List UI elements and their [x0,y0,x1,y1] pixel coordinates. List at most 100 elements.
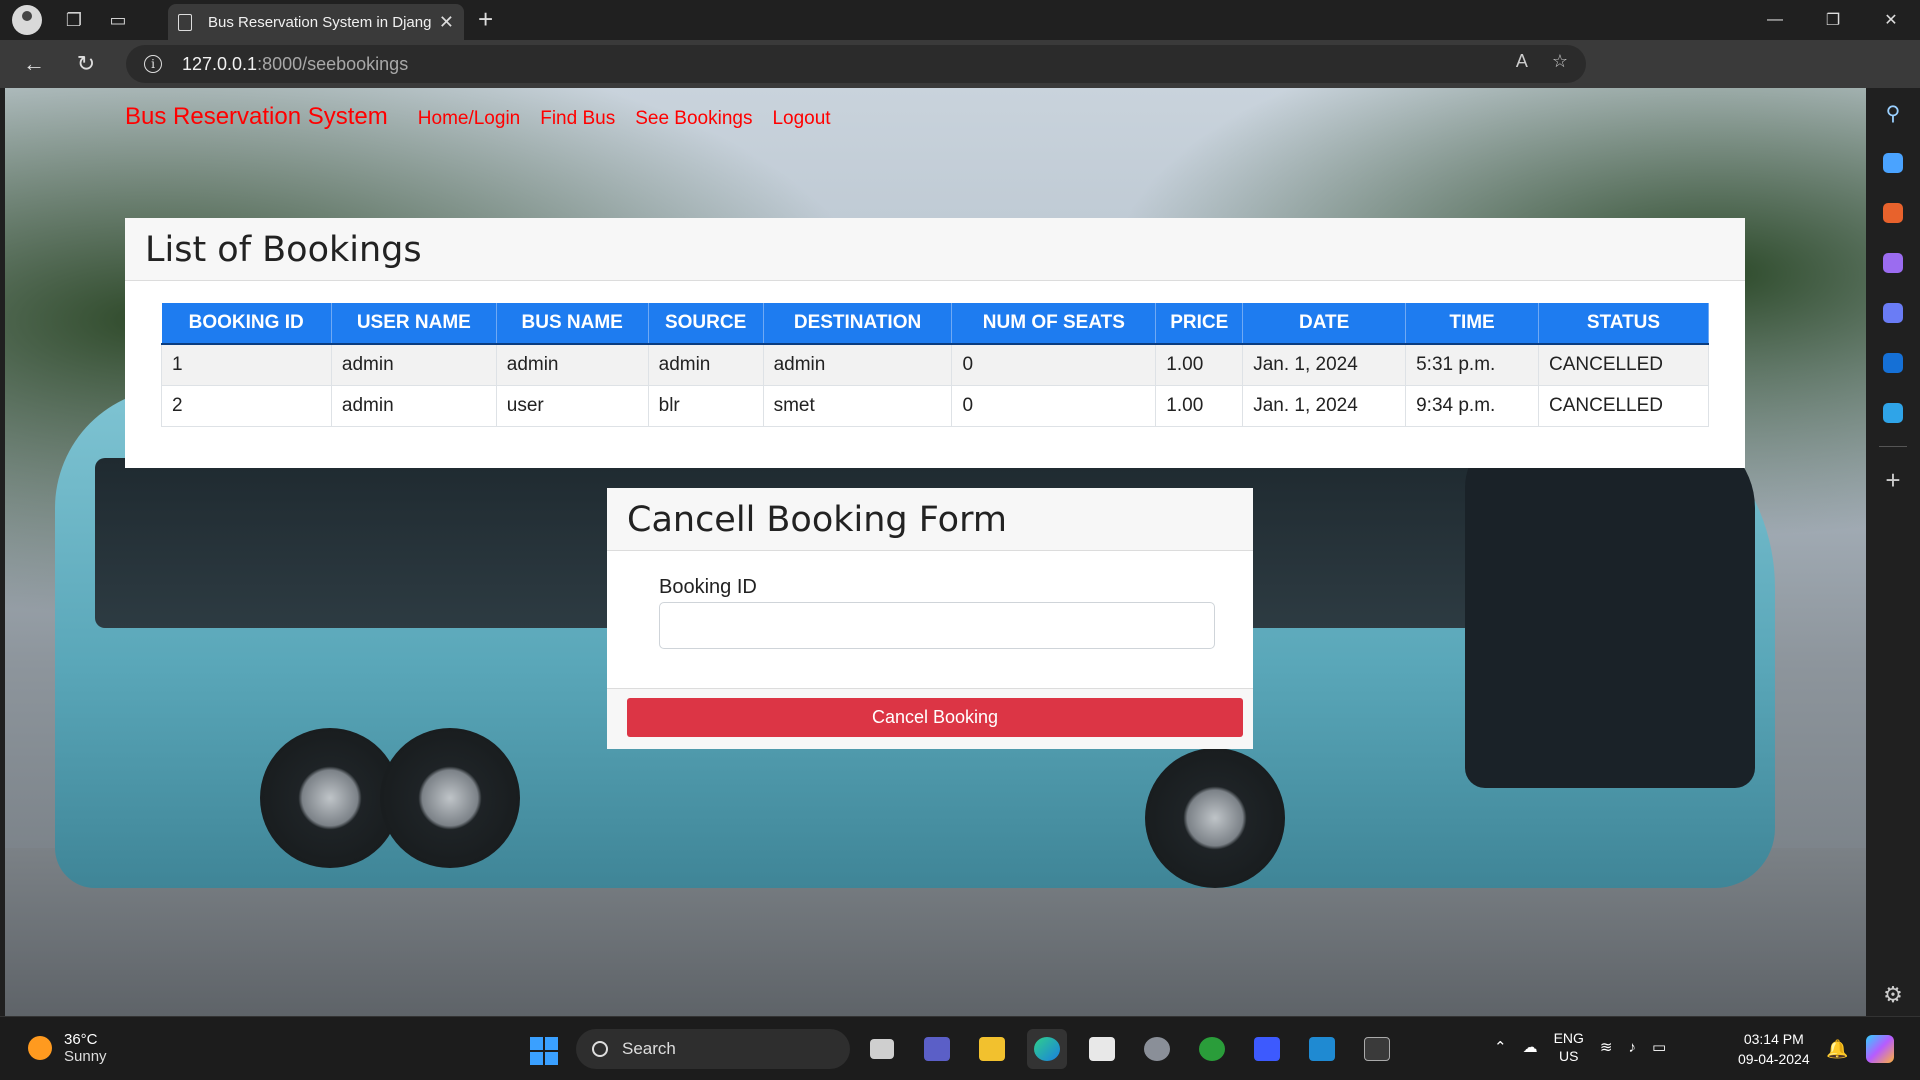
nav-link-find-bus[interactable]: Find Bus [540,108,615,130]
address-bar-row: ← ↻ i 127.0.0.1:8000/seebookings A ☆ ◫ ☆… [0,40,1920,116]
refresh-icon[interactable]: ↻ [60,44,112,84]
table-cell: 1.00 [1155,384,1244,427]
read-aloud-icon[interactable]: A [1516,51,1528,72]
clock-time: 03:14 PM [1743,1031,1804,1047]
table-cell: smet [762,384,953,427]
notification-bell-icon[interactable]: 🔔 [1826,1039,1848,1060]
taskbar-apps [862,1029,1397,1069]
column-header: PRICE [1155,303,1244,345]
app-icon[interactable] [1247,1029,1287,1069]
weather-condition: Sunny [64,1048,107,1065]
favorite-star-icon[interactable]: ☆ [1552,51,1568,72]
taskbar-search[interactable]: Search [576,1029,850,1069]
restore-icon[interactable]: ❐ [1804,0,1862,40]
search-icon[interactable]: ⚲ [1866,88,1920,138]
window-controls: — ❐ ✕ [1746,0,1920,40]
taskbar-search-label: Search [622,1039,676,1058]
workspaces-icon[interactable]: ❐ [52,0,96,40]
nav-link-see-bookings[interactable]: See Bookings [635,108,752,130]
bus-windshield-decor [1465,428,1755,788]
edge-sidebar: ⚲ + ⚙ [1866,88,1920,1016]
table-cell: 0 [951,343,1157,386]
terminal-icon[interactable] [1357,1029,1397,1069]
table-cell: admin [330,384,497,427]
weather-temperature: 36°C [64,1031,98,1048]
sun-icon [28,1036,52,1060]
column-header: USER NAME [331,303,497,345]
table-cell: blr [647,384,764,427]
taskbar-clock[interactable]: 03:14 PM 09-04-2024 [1738,1029,1810,1069]
language-code: ENG [1553,1030,1584,1046]
cancel-booking-button[interactable]: Cancel Booking [627,698,1243,737]
weather-widget[interactable]: 36°C Sunny [28,1031,107,1065]
battery-icon[interactable]: ▭ [1652,1038,1666,1056]
profile-icon[interactable] [12,5,42,35]
browser-tab-active[interactable]: Bus Reservation System in Djang ✕ [168,4,464,40]
tools-icon[interactable] [1866,188,1920,238]
table-cell: admin [330,343,497,386]
table-cell: Jan. 1, 2024 [1242,343,1407,386]
games-icon[interactable] [1866,238,1920,288]
settings-app-icon[interactable] [1137,1029,1177,1069]
column-header: TIME [1405,303,1539,345]
url-path: :8000/seebookings [257,53,409,74]
site-info-icon[interactable]: i [144,55,162,73]
column-header: BOOKING ID [161,303,332,345]
column-header: SOURCE [648,303,764,345]
table-cell: admin [495,343,649,386]
copilot-sidebar-icon[interactable] [1866,288,1920,338]
table-cell: CANCELLED [1537,343,1710,386]
xbox-icon[interactable] [1192,1029,1232,1069]
table-cell: 5:31 p.m. [1405,343,1539,386]
copilot-taskbar-icon[interactable] [1866,1035,1894,1063]
tab-actions-icon[interactable]: ▭ [96,0,140,40]
url-field[interactable]: i 127.0.0.1:8000/seebookings A ☆ [126,45,1586,83]
microsoft-store-icon[interactable] [1082,1029,1122,1069]
site-navbar: Bus Reservation System Home/Login Find B… [125,103,851,131]
teams-icon[interactable] [917,1029,957,1069]
language-indicator[interactable]: ENG US [1554,1029,1584,1065]
close-window-icon[interactable]: ✕ [1862,0,1920,40]
onedrive-icon[interactable]: ☁ [1523,1038,1538,1056]
cancel-booking-card: Cancell Booking Form Booking ID Cancel B… [607,488,1253,749]
bus-wheel-decor [380,728,520,868]
booking-id-label: Booking ID [659,576,757,598]
tab-title: Bus Reservation System in Djang [208,13,431,31]
minimize-icon[interactable]: — [1746,0,1804,40]
brand-link[interactable]: Bus Reservation System [125,103,388,131]
table-cell: Jan. 1, 2024 [1242,384,1407,427]
page-icon [178,13,192,31]
task-view-icon[interactable] [862,1029,902,1069]
drop-icon[interactable] [1866,388,1920,438]
cancel-card-header: Cancell Booking Form [607,488,1253,551]
windows-start-icon[interactable] [530,1037,558,1065]
edge-browser-icon[interactable] [1027,1029,1067,1069]
close-tab-icon[interactable]: ✕ [439,12,454,33]
table-cell: 9:34 p.m. [1405,384,1539,427]
new-tab-icon[interactable]: + [478,4,493,35]
settings-gear-icon[interactable]: ⚙ [1866,982,1920,1008]
nav-link-home-login[interactable]: Home/Login [418,108,520,130]
column-header: STATUS [1538,303,1710,345]
add-icon[interactable]: + [1866,455,1920,505]
table-cell: 1 [161,343,332,386]
bookings-title: List of Bookings [145,230,422,270]
nav-link-logout[interactable]: Logout [772,108,830,130]
wifi-icon[interactable]: ≋ [1600,1038,1613,1056]
sidebar-divider [1879,446,1907,447]
vscode-icon[interactable] [1302,1029,1342,1069]
booking-id-input[interactable] [659,602,1215,649]
column-header: BUS NAME [496,303,649,345]
page-viewport: Bus Reservation System Home/Login Find B… [5,88,1866,1016]
volume-icon[interactable]: ♪ [1629,1039,1637,1056]
table-header-row: BOOKING ID USER NAME BUS NAME SOURCE DES… [161,303,1710,345]
bookings-card: List of Bookings BOOKING ID USER NAME BU… [125,218,1745,468]
cancel-card-footer: Cancel Booking [607,688,1253,749]
chevron-up-icon[interactable]: ⌃ [1494,1038,1507,1056]
outlook-icon[interactable] [1866,338,1920,388]
shopping-icon[interactable] [1866,138,1920,188]
back-icon[interactable]: ← [8,44,60,84]
file-explorer-icon[interactable] [972,1029,1012,1069]
url-host: 127.0.0.1 [182,53,258,74]
windows-taskbar: 36°C Sunny Search ⌃ ☁ ENG US ≋ ♪ ▭ 03:14… [0,1016,1920,1080]
